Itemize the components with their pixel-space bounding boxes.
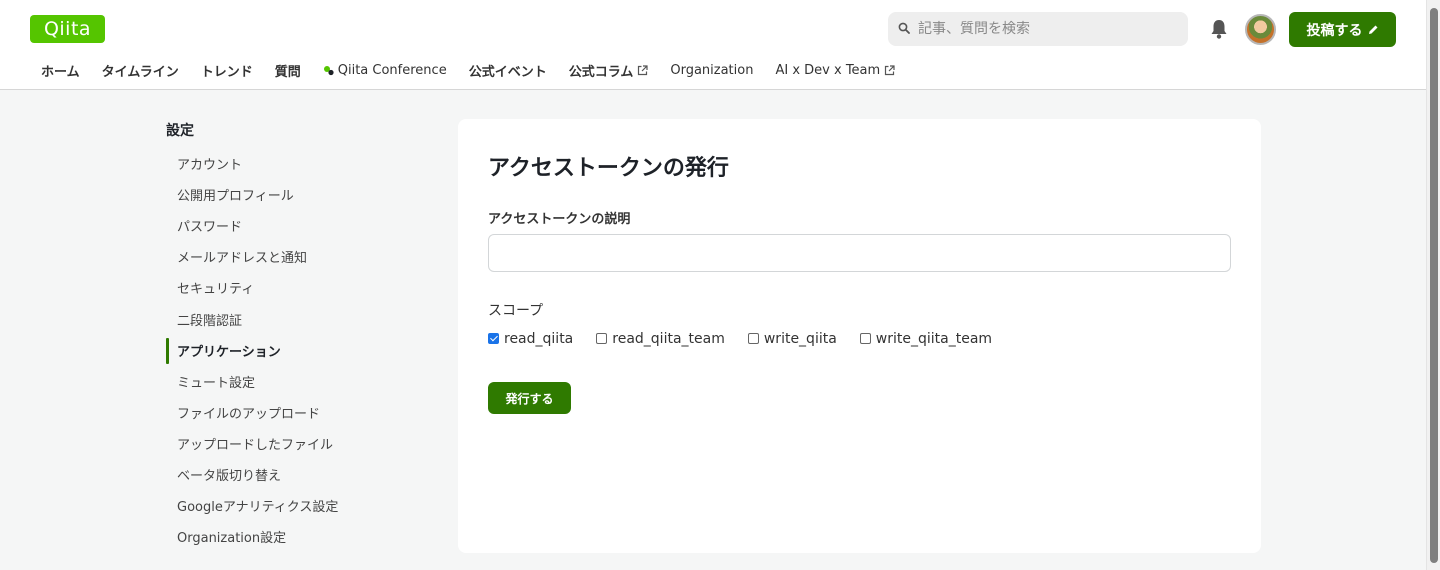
nav-item-trend[interactable]: トレンド	[190, 61, 264, 80]
nav-item-home[interactable]: ホーム	[30, 61, 91, 80]
token-issue-card: アクセストークンの発行 アクセストークンの説明 スコープ read_qiita …	[458, 119, 1261, 553]
scrollbar-thumb[interactable]	[1430, 8, 1438, 563]
nav-item-label: タイムライン	[101, 64, 179, 80]
nav-item-ai-dev-team[interactable]: AI x Dev x Team	[764, 63, 906, 78]
sidebar-item-account[interactable]: アカウント	[166, 148, 426, 179]
scope-label-text: write_qiita_team	[875, 331, 993, 347]
scope-label: スコープ	[488, 303, 544, 319]
search-input[interactable]	[918, 12, 1178, 46]
description-input[interactable]	[488, 234, 1231, 272]
nav-item-label: AI x Dev x Team	[775, 62, 881, 78]
user-avatar[interactable]	[1245, 14, 1276, 45]
checkbox[interactable]	[747, 332, 759, 344]
issue-token-button[interactable]: 発行する	[488, 382, 571, 414]
nav-item-label: 公式コラム	[568, 64, 634, 80]
nav-item-official-events[interactable]: 公式イベント	[458, 61, 558, 80]
nav-item-label: トレンド	[200, 64, 253, 80]
nav-item-qiita-conference[interactable]: Qiita Conference	[312, 63, 458, 78]
page-scrollbar[interactable]	[1426, 0, 1440, 570]
search-icon	[898, 22, 910, 34]
nav-item-label: Organization	[670, 62, 754, 78]
scope-label-text: read_qiita	[504, 331, 574, 347]
scope-label-text: read_qiita_team	[612, 331, 725, 347]
qiita-logo[interactable]: Qiita	[30, 15, 105, 43]
sidebar-item-public-profile[interactable]: 公開用プロフィール	[166, 179, 426, 210]
sidebar-item-beta-toggle[interactable]: ベータ版切り替え	[166, 459, 426, 490]
search-box[interactable]	[888, 12, 1188, 46]
global-nav: ホーム タイムライン トレンド 質問 Qiita Conference 公式イベ…	[30, 59, 906, 81]
sidebar-item-email-notifications[interactable]: メールアドレスと通知	[166, 241, 426, 272]
sidebar-item-google-analytics[interactable]: Googleアナリティクス設定	[166, 490, 426, 521]
settings-sidebar: アカウント 公開用プロフィール パスワード メールアドレスと通知 セキュリティ …	[166, 148, 426, 552]
sidebar-item-mute-settings[interactable]: ミュート設定	[166, 366, 426, 397]
external-link-icon	[638, 64, 648, 75]
settings-title: 設定	[166, 123, 194, 139]
checkbox[interactable]	[859, 332, 871, 344]
sidebar-item-applications[interactable]: アプリケーション	[166, 335, 426, 366]
nav-item-timeline[interactable]: タイムライン	[91, 61, 190, 80]
post-button-label: 投稿する	[1306, 22, 1363, 39]
nav-item-organization[interactable]: Organization	[659, 63, 764, 78]
sidebar-item-uploaded-files[interactable]: アップロードしたファイル	[166, 428, 426, 459]
sidebar-item-organization-settings[interactable]: Organization設定	[166, 521, 426, 552]
scope-read-qiita-team[interactable]: read_qiita_team	[596, 331, 725, 347]
sidebar-item-two-factor-auth[interactable]: 二段階認証	[166, 303, 426, 334]
scope-checkbox-group: read_qiita read_qiita_team write_qiita w…	[488, 331, 992, 347]
checkbox[interactable]	[596, 332, 608, 344]
nav-item-label: ホーム	[41, 64, 80, 80]
post-button[interactable]: 投稿する	[1289, 12, 1396, 47]
scope-write-qiita-team[interactable]: write_qiita_team	[859, 331, 993, 347]
scope-label-text: write_qiita	[763, 331, 837, 347]
notification-bell-icon[interactable]	[1209, 18, 1229, 40]
nav-item-label: 公式イベント	[468, 64, 547, 80]
nav-item-questions[interactable]: 質問	[264, 61, 312, 80]
page-title: アクセストークンの発行	[488, 156, 729, 181]
nav-item-label: 質問	[274, 64, 301, 80]
pencil-icon	[1368, 25, 1377, 34]
site-header: Qiita 投稿する ホーム タイムライン トレンド 質問 Qiita Conf…	[0, 0, 1426, 90]
scope-write-qiita[interactable]: write_qiita	[747, 331, 837, 347]
sidebar-item-file-upload[interactable]: ファイルのアップロード	[166, 397, 426, 428]
sidebar-item-password[interactable]: パスワード	[166, 210, 426, 241]
nav-item-official-column[interactable]: 公式コラム	[558, 61, 660, 80]
checkbox-checked[interactable]	[488, 332, 499, 344]
external-link-icon	[885, 64, 895, 75]
description-label: アクセストークンの説明	[488, 212, 631, 227]
nav-item-label: Qiita Conference	[337, 62, 447, 78]
sidebar-item-security[interactable]: セキュリティ	[166, 272, 426, 303]
scope-read-qiita[interactable]: read_qiita	[488, 331, 573, 347]
qiita-conference-icon	[323, 65, 334, 75]
